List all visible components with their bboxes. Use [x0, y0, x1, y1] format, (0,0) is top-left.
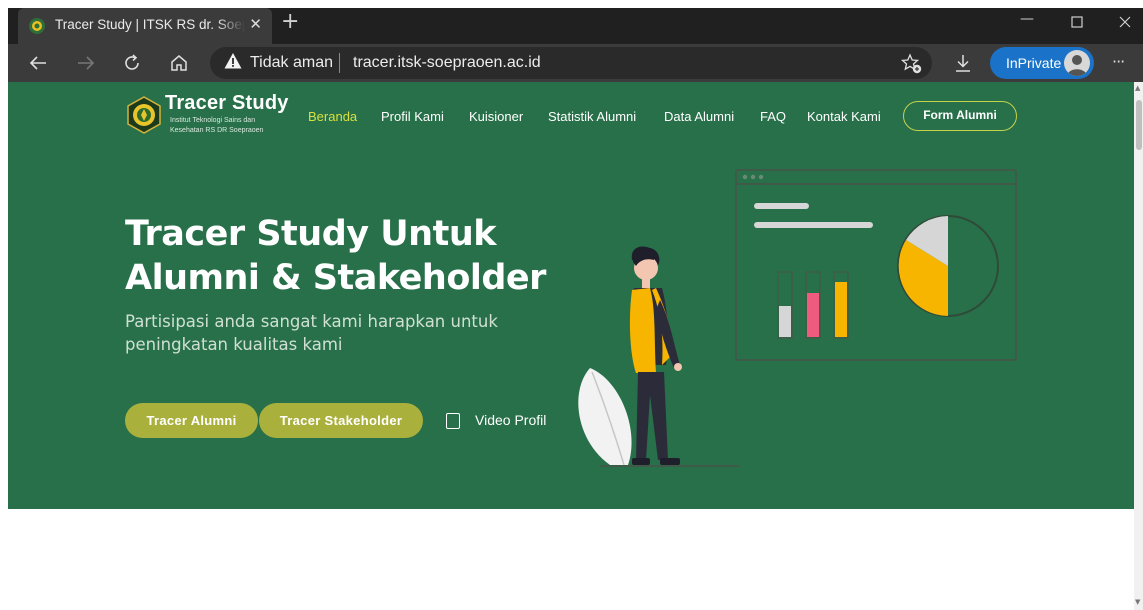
download-icon[interactable]	[953, 53, 973, 73]
warning-icon[interactable]	[224, 52, 242, 70]
person-shoe	[632, 458, 650, 465]
refresh-icon[interactable]	[122, 53, 142, 73]
browser-tab[interactable]: Tracer Study | ITSK RS dr. Soepraoen ✕	[18, 8, 272, 44]
tracer-stakeholder-button[interactable]: Tracer Stakeholder	[259, 403, 423, 438]
bar-fill-yellow	[835, 282, 847, 337]
nav-statistik-alumni[interactable]: Statistik Alumni	[548, 109, 636, 124]
home-icon[interactable]	[169, 53, 189, 73]
maximize-icon[interactable]	[1071, 16, 1083, 28]
person-legs	[636, 372, 668, 460]
hero-subtitle: Partisipasi anda sangat kami harapkan un…	[125, 312, 498, 354]
nav-faq[interactable]: FAQ	[760, 109, 786, 124]
nav-kuisioner[interactable]: Kuisioner	[469, 109, 523, 124]
window-dot	[758, 174, 764, 180]
person-hand	[674, 363, 682, 371]
nav-profil-kami[interactable]: Profil Kami	[381, 109, 444, 124]
inprivate-label: InPrivate	[1006, 55, 1062, 71]
form-alumni-button[interactable]: Form Alumni	[903, 101, 1017, 131]
nav-beranda[interactable]: Beranda	[308, 109, 357, 124]
scroll-up-icon[interactable]: ▲	[1135, 84, 1140, 92]
window-dot	[750, 174, 756, 180]
bar-fill-pink	[807, 293, 819, 337]
scrollbar-thumb[interactable]	[1136, 100, 1142, 150]
hero-title: Tracer Study Untuk Alumni & Stakeholder	[125, 214, 546, 298]
security-label[interactable]: Tidak aman	[250, 54, 333, 72]
nav-data-alumni[interactable]: Data Alumni	[664, 109, 734, 124]
tracer-alumni-button[interactable]: Tracer Alumni	[125, 403, 258, 438]
brand-title[interactable]: Tracer Study	[165, 92, 289, 115]
more-icon[interactable]: ···	[1112, 52, 1125, 72]
forward-icon[interactable]	[76, 53, 96, 73]
text-line	[754, 203, 809, 209]
profile-avatar	[1064, 50, 1090, 76]
tab-title: Tracer Study | ITSK RS dr. Soepraoen	[55, 17, 245, 32]
back-icon[interactable]	[28, 53, 48, 73]
hero-illustration	[578, 169, 1017, 467]
text-line	[754, 222, 873, 228]
minimize-icon[interactable]: —	[1020, 11, 1034, 27]
video-profil-link[interactable]: Video Profil	[475, 412, 546, 428]
video-icon[interactable]	[446, 413, 460, 429]
scroll-down-icon[interactable]: ▼	[1135, 598, 1140, 606]
person-shoe	[660, 458, 680, 465]
address-separator	[339, 53, 340, 73]
page-scrollbar[interactable]	[1134, 82, 1143, 610]
nav-kontak-kami[interactable]: Kontak Kami	[807, 109, 881, 124]
bar-fill-gray	[779, 306, 791, 337]
brand-subtitle: Institut Teknologi Sains dan Kesehatan R…	[170, 117, 264, 134]
tab-close-icon[interactable]: ✕	[249, 15, 262, 33]
window-close-icon[interactable]	[1119, 16, 1131, 28]
itsk-logo[interactable]	[125, 96, 163, 134]
add-favorite-icon[interactable]	[901, 53, 923, 75]
inprivate-badge[interactable]: InPrivate	[990, 47, 1094, 79]
leaf	[578, 368, 632, 465]
window-dot	[742, 174, 748, 180]
new-tab-icon[interactable]: +	[281, 11, 299, 33]
site-favicon-icon	[29, 18, 45, 34]
person-neck	[642, 278, 650, 288]
url-text[interactable]: tracer.itsk-soepraoen.ac.id	[353, 54, 541, 72]
